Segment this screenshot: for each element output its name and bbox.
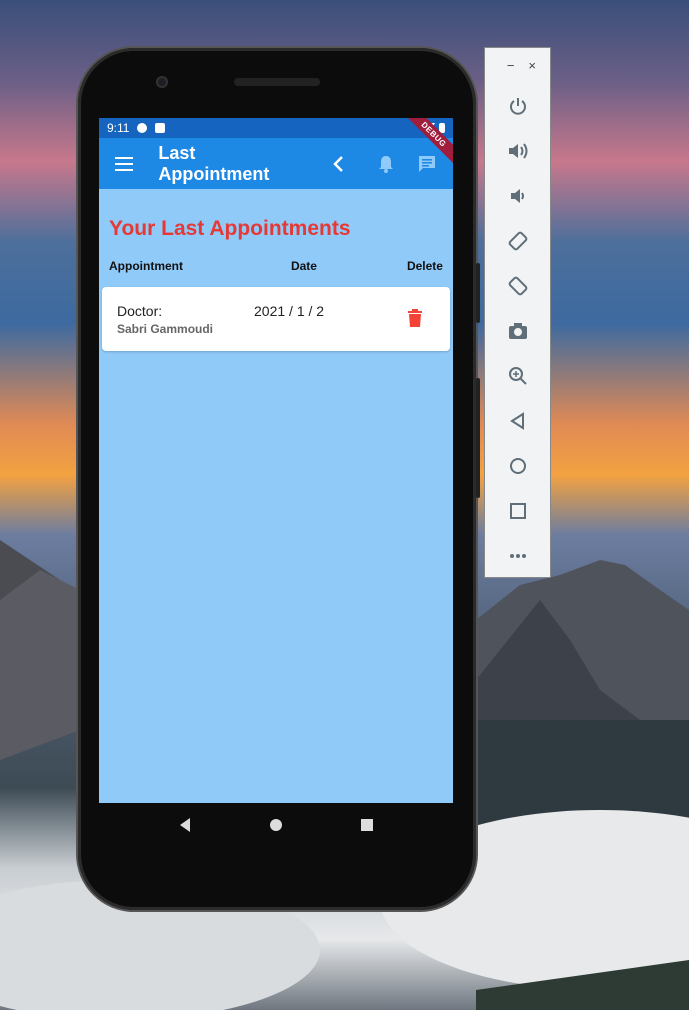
- delete-icon[interactable]: [408, 309, 422, 332]
- status-time: 9:11: [107, 121, 130, 135]
- volume-side-button: [476, 378, 480, 498]
- phone-screen: 9:11 Last Appointment DEBUG Your Last Ap…: [99, 118, 453, 803]
- column-header-delete: Delete: [406, 259, 443, 273]
- rotate-right-icon[interactable]: [485, 263, 550, 308]
- status-bar: 9:11: [99, 118, 453, 138]
- appointment-card[interactable]: Doctor: Sabri Gammoudi 2021 / 1 / 2: [102, 287, 450, 351]
- volume-down-icon[interactable]: [485, 173, 550, 218]
- phone-frame: 9:11 Last Appointment DEBUG Your Last Ap…: [78, 48, 480, 910]
- nav-home-icon[interactable]: [269, 818, 283, 837]
- nav-back-icon[interactable]: [178, 817, 192, 838]
- sd-card-icon: [155, 123, 166, 133]
- notification-icon: [137, 123, 148, 133]
- overview-icon[interactable]: [485, 488, 550, 533]
- power-icon[interactable]: [485, 83, 550, 128]
- bell-icon[interactable]: [374, 152, 397, 176]
- doctor-name: Sabri Gammoudi: [117, 322, 214, 336]
- nav-overview-icon[interactable]: [360, 818, 374, 837]
- back-icon[interactable]: [485, 398, 550, 443]
- more-icon[interactable]: [485, 533, 550, 578]
- front-camera: [156, 76, 168, 88]
- camera-icon[interactable]: [485, 308, 550, 353]
- appointment-date: 2021 / 1 / 2: [254, 303, 325, 319]
- main-content: Your Last Appointments Appointment Date …: [99, 217, 453, 351]
- column-headers: Appointment Date Delete: [109, 259, 443, 273]
- home-icon[interactable]: [485, 443, 550, 488]
- page-heading: Your Last Appointments: [109, 217, 351, 240]
- column-header-appointment: Appointment: [109, 259, 183, 273]
- earpiece-speaker: [234, 78, 320, 86]
- rotate-left-icon[interactable]: [485, 218, 550, 263]
- message-icon[interactable]: [416, 152, 439, 176]
- app-bar-title: Last Appointment: [158, 142, 270, 184]
- emulator-toolbar: − ×: [484, 47, 551, 578]
- close-button[interactable]: ×: [528, 58, 536, 73]
- power-side-button: [476, 263, 480, 323]
- app-bar: Last Appointment DEBUG: [99, 118, 453, 189]
- zoom-icon[interactable]: [485, 353, 550, 398]
- column-header-date: Date: [290, 259, 317, 273]
- android-nav-bar: [99, 803, 453, 851]
- doctor-label: Doctor:: [117, 303, 163, 319]
- volume-up-icon[interactable]: [485, 128, 550, 173]
- back-arrow-icon[interactable]: [327, 152, 350, 176]
- menu-icon[interactable]: [113, 152, 136, 176]
- minimize-button[interactable]: −: [507, 58, 515, 73]
- window-controls: − ×: [485, 48, 550, 73]
